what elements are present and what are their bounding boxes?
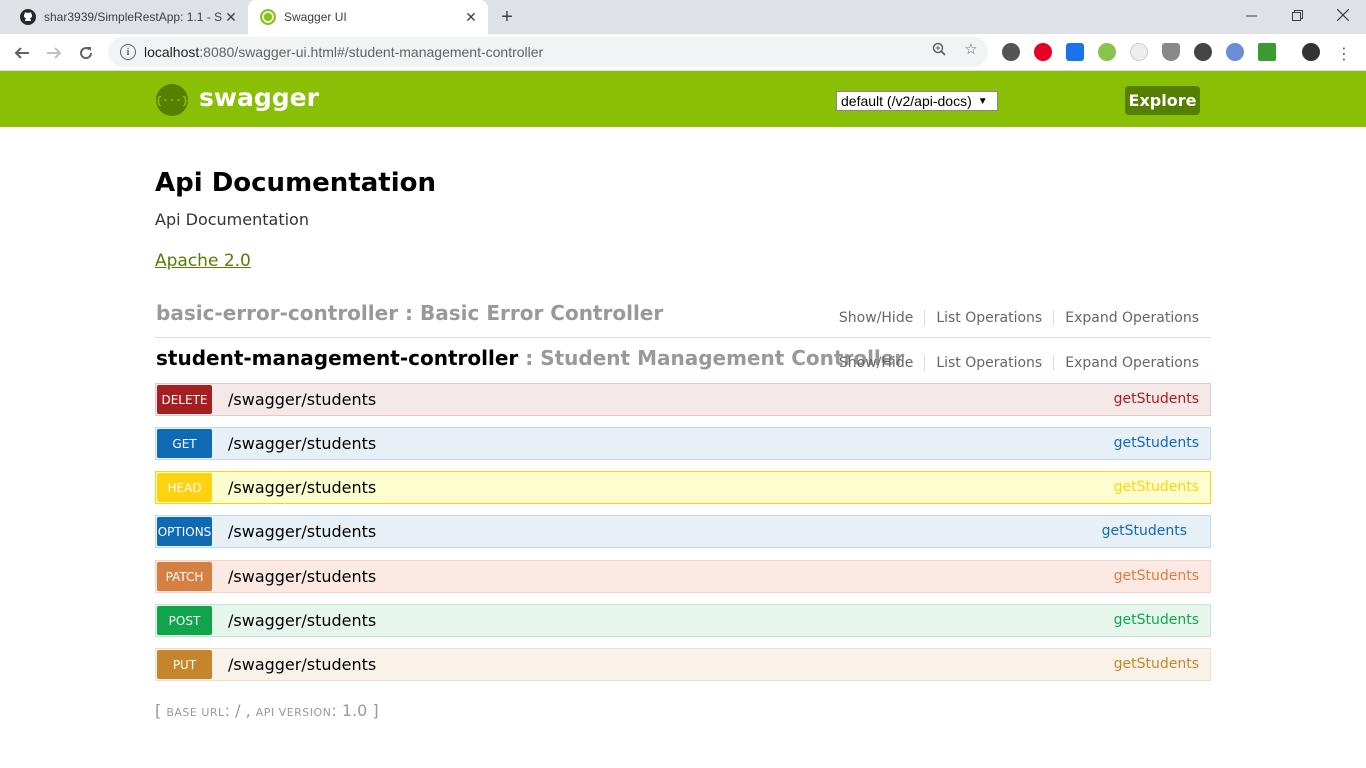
minimize-icon[interactable] bbox=[1228, 0, 1274, 30]
license-link[interactable]: Apache 2.0 bbox=[155, 251, 251, 271]
operation-put[interactable]: PUT /swagger/students getStudents bbox=[155, 648, 1211, 681]
operation-name[interactable]: getStudents bbox=[1114, 435, 1199, 451]
zoom-icon[interactable] bbox=[928, 38, 950, 60]
controller-heading[interactable]: basic-error-controller : Basic Error Con… bbox=[156, 301, 663, 325]
dropdown-arrow-icon: ▼ bbox=[977, 95, 988, 107]
extension-icon[interactable] bbox=[1002, 43, 1020, 61]
controller-student-management: student-management-controller : Student … bbox=[155, 343, 1211, 383]
menu-dots-icon[interactable]: ⋮ bbox=[1330, 39, 1358, 67]
list-operations-link[interactable]: List Operations bbox=[924, 310, 1053, 326]
http-method-badge[interactable]: PUT bbox=[157, 650, 212, 679]
extension-icon[interactable] bbox=[1226, 43, 1244, 61]
operation-path[interactable]: /swagger/students bbox=[228, 567, 376, 586]
tab-github[interactable]: shar3939/SimpleRestApp: 1.1 - Si ✕ bbox=[8, 0, 248, 34]
operation-path[interactable]: /swagger/students bbox=[228, 522, 376, 541]
api-spec-select[interactable]: default (/v2/api-docs) ▼ bbox=[836, 91, 998, 111]
operation-post[interactable]: POST /swagger/students getStudents bbox=[155, 604, 1211, 637]
operation-name[interactable]: getStudents bbox=[1114, 612, 1199, 628]
operation-path[interactable]: /swagger/students bbox=[228, 478, 376, 497]
operation-path[interactable]: /swagger/students bbox=[228, 434, 376, 453]
swagger-header: {···} swagger default (/v2/api-docs) ▼ E… bbox=[0, 71, 1366, 127]
tab-title: Swagger UI bbox=[284, 10, 347, 24]
operation-path[interactable]: /swagger/students bbox=[228, 611, 376, 630]
bookmark-star-icon[interactable]: ☆ bbox=[960, 38, 982, 60]
api-version-value: : 1.0 ] bbox=[331, 701, 379, 720]
tab-swagger-ui[interactable]: Swagger UI ✕ bbox=[248, 0, 488, 34]
shield-icon[interactable] bbox=[1162, 43, 1180, 61]
browser-tab-bar: shar3939/SimpleRestApp: 1.1 - Si ✕ Swagg… bbox=[0, 0, 1366, 34]
controller-links: Show/Hide List Operations Expand Operati… bbox=[839, 355, 1199, 371]
avatar[interactable] bbox=[1302, 43, 1320, 61]
close-window-icon[interactable] bbox=[1320, 0, 1366, 30]
http-method-badge[interactable]: PATCH bbox=[157, 562, 212, 591]
address-bar[interactable]: i localhost:8080/swagger-ui.html#/studen… bbox=[108, 37, 988, 67]
operation-path[interactable]: /swagger/students bbox=[228, 655, 376, 674]
api-footer: [ Base URL: / , API Version: 1.0 ] bbox=[155, 701, 379, 720]
url-text: localhost:8080/swagger-ui.html#/student-… bbox=[144, 44, 544, 60]
http-method-badge[interactable]: HEAD bbox=[157, 473, 212, 502]
operation-path[interactable]: /swagger/students bbox=[228, 390, 376, 409]
github-icon bbox=[20, 9, 36, 25]
controller-basic-error: basic-error-controller : Basic Error Con… bbox=[155, 298, 1211, 338]
expand-operations-link[interactable]: Expand Operations bbox=[1053, 355, 1199, 371]
api-spec-select-value: default (/v2/api-docs) bbox=[841, 93, 972, 109]
forward-arrow-icon[interactable] bbox=[40, 39, 68, 67]
controller-heading[interactable]: student-management-controller : Student … bbox=[156, 346, 904, 370]
tab-title: shar3939/SimpleRestApp: 1.1 - Si bbox=[44, 10, 222, 24]
close-tab-icon[interactable]: ✕ bbox=[222, 8, 240, 26]
swagger-title: swagger bbox=[199, 83, 319, 112]
base-url-label: Base URL bbox=[166, 706, 225, 719]
operation-head[interactable]: HEAD /swagger/students getStudents bbox=[155, 471, 1211, 504]
operation-name[interactable]: getStudents bbox=[1114, 656, 1199, 672]
http-method-badge[interactable]: OPTIONS bbox=[157, 517, 212, 546]
extension-icon[interactable] bbox=[1130, 43, 1148, 61]
extension-icon[interactable] bbox=[1066, 43, 1084, 61]
cors-icon[interactable] bbox=[1258, 43, 1276, 61]
swagger-favicon bbox=[260, 9, 276, 25]
expand-operations-link[interactable]: Expand Operations bbox=[1053, 310, 1199, 326]
base-url-value: : / , bbox=[224, 701, 256, 720]
operation-patch[interactable]: PATCH /swagger/students getStudents bbox=[155, 560, 1211, 593]
show-hide-link[interactable]: Show/Hide bbox=[839, 310, 924, 326]
close-tab-icon[interactable]: ✕ bbox=[462, 8, 480, 26]
info-icon[interactable]: i bbox=[120, 44, 136, 60]
list-operations-link[interactable]: List Operations bbox=[924, 355, 1053, 371]
browser-toolbar: i localhost:8080/swagger-ui.html#/studen… bbox=[0, 34, 1366, 71]
operation-options[interactable]: OPTIONS /swagger/students getStudents bbox=[155, 515, 1211, 548]
extension-icon[interactable] bbox=[1098, 43, 1116, 61]
http-method-badge[interactable]: POST bbox=[157, 606, 212, 635]
restore-icon[interactable] bbox=[1274, 0, 1320, 30]
pinterest-icon[interactable] bbox=[1034, 43, 1052, 61]
http-method-badge[interactable]: DELETE bbox=[157, 385, 212, 414]
new-tab-button[interactable]: + bbox=[495, 5, 519, 29]
show-hide-link[interactable]: Show/Hide bbox=[839, 355, 924, 371]
operation-name[interactable]: getStudents bbox=[1102, 523, 1187, 539]
controller-links: Show/Hide List Operations Expand Operati… bbox=[839, 310, 1199, 326]
http-method-badge[interactable]: GET bbox=[157, 429, 212, 458]
operation-name[interactable]: getStudents bbox=[1114, 479, 1199, 495]
swagger-logo-icon: {···} bbox=[155, 84, 189, 116]
api-description: Api Documentation bbox=[155, 210, 309, 229]
operation-name[interactable]: getStudents bbox=[1114, 391, 1199, 407]
reload-icon[interactable] bbox=[72, 39, 100, 67]
operation-delete[interactable]: DELETE /swagger/students getStudents bbox=[155, 383, 1211, 416]
extension-icon[interactable] bbox=[1194, 43, 1212, 61]
explore-button[interactable]: Explore bbox=[1125, 86, 1200, 115]
api-version-label: API Version bbox=[255, 706, 332, 719]
api-title: Api Documentation bbox=[155, 168, 436, 198]
operation-get[interactable]: GET /swagger/students getStudents bbox=[155, 427, 1211, 460]
back-arrow-icon[interactable] bbox=[8, 39, 36, 67]
operation-name[interactable]: getStudents bbox=[1114, 568, 1199, 584]
